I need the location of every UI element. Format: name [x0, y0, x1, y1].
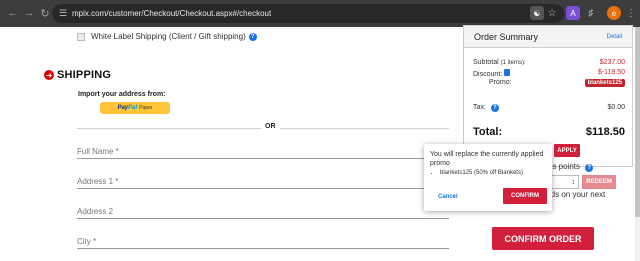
address1-input[interactable]	[77, 173, 449, 190]
or-text: OR	[261, 123, 280, 130]
city-field[interactable]	[77, 231, 449, 250]
full-name-input[interactable]	[77, 143, 449, 160]
points-help-icon[interactable]: ?	[585, 164, 594, 172]
white-label-text: White Label Shipping (Client / Gift ship…	[91, 32, 246, 41]
address2-input[interactable]	[77, 203, 449, 220]
order-summary-header: Order Summary Detail	[464, 26, 632, 48]
promo-row: Promo: blankets125	[473, 79, 625, 87]
promo-badge: blankets125	[584, 79, 625, 87]
full-name-field[interactable]	[77, 141, 449, 160]
points-stepper[interactable]: ↕	[548, 175, 579, 189]
paypal-suffix: Paper	[139, 105, 153, 111]
discount-value: $-118.50	[597, 69, 625, 76]
help-icon[interactable]: ?	[248, 32, 257, 41]
forward-icon[interactable]: →	[22, 6, 36, 20]
scrollbar-thumb[interactable]	[635, 27, 640, 217]
import-address-label: Import your address from:	[78, 91, 166, 98]
reload-icon[interactable]: ↻	[38, 6, 52, 20]
white-label-checkbox[interactable]	[77, 32, 85, 41]
paypal-text-a: Pay	[117, 105, 129, 111]
tax-value: $0.00	[607, 104, 625, 111]
paypal-button[interactable]: Pay Pal Paper	[100, 102, 170, 114]
profile-avatar[interactable]: e	[607, 6, 621, 20]
stepper-arrows-icon[interactable]: ↕	[572, 179, 576, 186]
address2-field[interactable]	[77, 201, 449, 220]
discount-row: Discount: $-118.50	[473, 69, 625, 78]
points-text: ds points ?	[548, 162, 594, 172]
arrow-right-icon: ➜	[44, 70, 54, 80]
tax-help-icon[interactable]: ?	[490, 104, 499, 112]
discount-label: Discount:	[473, 71, 503, 78]
replace-promo-popover: You will replace the currently applied p…	[424, 144, 552, 211]
site-info-icon[interactable]: ☰	[59, 8, 69, 18]
popover-list: blankets125 (50% off Blankets)	[440, 170, 546, 176]
checkout-page: White Label Shipping (Client / Gift ship…	[0, 25, 640, 261]
trash-icon[interactable]	[504, 69, 511, 76]
shipping-header: ➜ SHIPPING	[44, 69, 111, 81]
popover-message: You will replace the currently applied p…	[430, 151, 544, 167]
popover-list-item: blankets125 (50% off Blankets)	[440, 170, 546, 176]
paypal-text-b: Pal	[128, 105, 138, 111]
total-row: Total: $118.50	[473, 126, 625, 138]
tax-row: Tax: ? $0.00	[473, 104, 625, 112]
popover-cancel-button[interactable]: Cancel	[438, 194, 458, 200]
apply-promo-button[interactable]: APPLY	[554, 144, 580, 157]
order-summary-title: Order Summary	[474, 31, 539, 42]
points-text-value: ds points	[548, 162, 581, 171]
address1-field[interactable]	[77, 171, 449, 190]
translate-icon[interactable]: ☯	[530, 6, 544, 20]
subtotal-label: Subtotal	[473, 59, 499, 66]
rewards-next-text: rds on your next	[548, 190, 606, 199]
subtotal-items: (1 items):	[500, 60, 526, 66]
star-icon[interactable]: ☆	[545, 6, 559, 20]
city-input[interactable]	[77, 233, 449, 250]
popover-confirm-button[interactable]: CONFIRM	[503, 188, 547, 204]
browser-toolbar: ← → ↻ ☰ mpix.com/customer/Checkout/Check…	[0, 0, 640, 27]
shipping-title: SHIPPING	[57, 69, 112, 81]
menu-dots-icon[interactable]: ⋮	[624, 6, 638, 20]
extension-a-icon[interactable]: A	[566, 6, 580, 20]
address-bar[interactable]: ☰ mpix.com/customer/Checkout/Checkout.as…	[52, 4, 564, 23]
white-label-row: White Label Shipping (Client / Gift ship…	[77, 32, 257, 41]
confirm-order-button[interactable]: CONFIRM ORDER	[492, 227, 594, 250]
redeem-button[interactable]: REDEEM	[582, 175, 616, 189]
subtotal-row: Subtotal (1 items): $237.00	[473, 59, 625, 66]
url-text: mpix.com/customer/Checkout/Checkout.aspx…	[72, 9, 272, 18]
detail-link[interactable]: Detail	[607, 34, 622, 40]
total-label: Total:	[473, 126, 503, 138]
puzzle-icon[interactable]: ♯	[584, 6, 598, 20]
subtotal-value: $237.00	[599, 59, 625, 66]
promo-label: Promo:	[489, 79, 512, 86]
total-value: $118.50	[585, 126, 625, 138]
back-icon[interactable]: ←	[6, 6, 20, 20]
tax-label: Tax:	[473, 104, 486, 111]
